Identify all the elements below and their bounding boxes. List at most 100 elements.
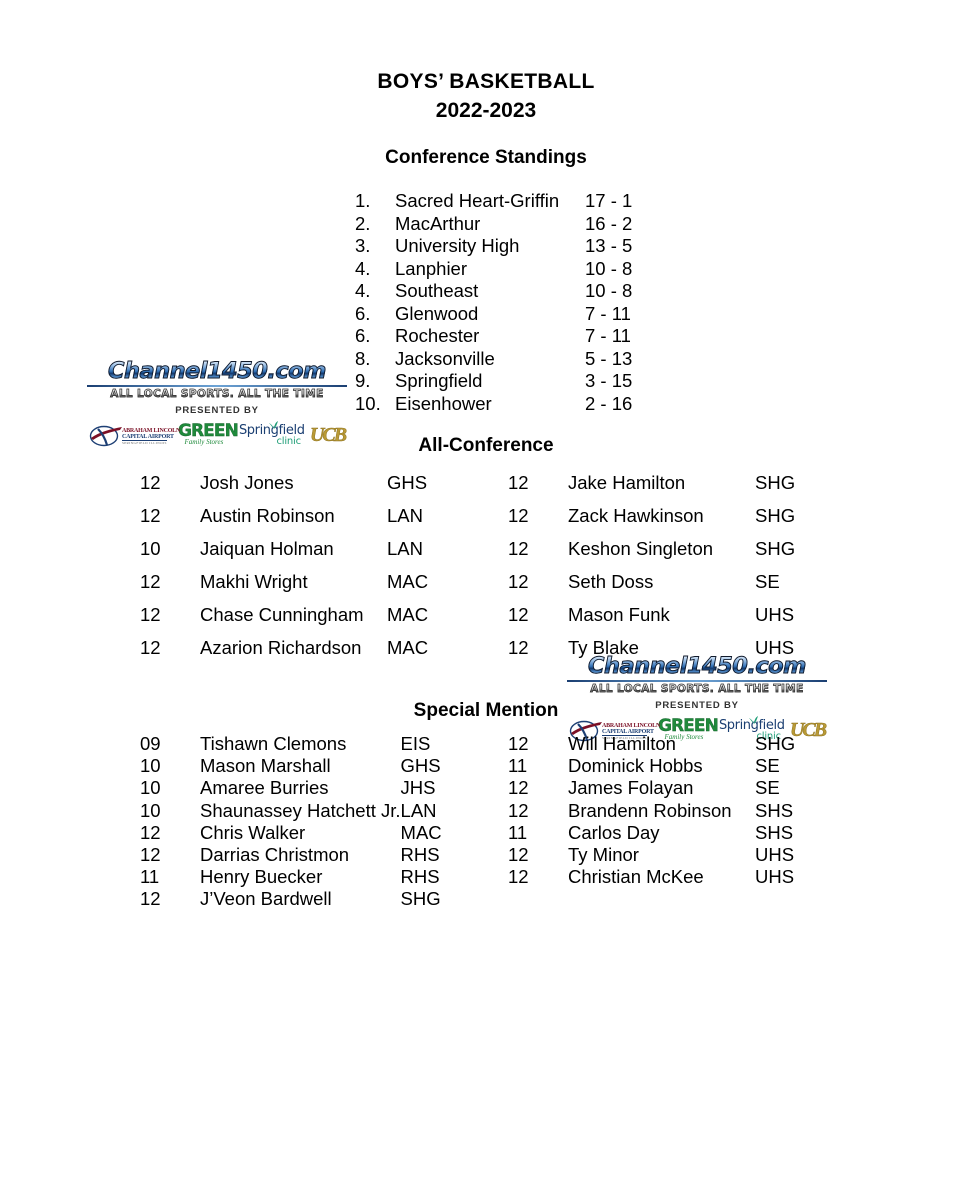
player-school: LAN (387, 505, 423, 526)
player-grade: 12 (508, 733, 529, 754)
player-grade: 12 (140, 571, 161, 592)
special-mention-left-body: 09 Tishawn Clemons EIS 10 Mason Marshall GHS 1… (140, 733, 521, 911)
standings-row: 4. Southeast 10 - 8 (355, 280, 655, 303)
player-grade: 11 (508, 821, 528, 843)
special-mention-right-table: 12 Will Hamilton SHG 11 Dominick Hobbs SE 12 Ja… (508, 733, 875, 888)
player-grade: 12 (140, 821, 161, 843)
player-grade: 12 (140, 637, 161, 658)
player-name: Darrias Christmon (200, 844, 350, 866)
player-name: Chris Walker (200, 821, 306, 843)
player-school: UHS (755, 866, 795, 888)
standings-rank: 8. (355, 347, 371, 369)
special-mention-row: 12 James Folayan SE (508, 777, 875, 799)
standings-rank: 10. (355, 392, 381, 414)
standings-record: 5 - 13 (585, 347, 633, 369)
standings-rank: 2. (355, 212, 371, 234)
player-name: Christian McKee (568, 866, 704, 888)
all-conference-row: 12 Austin Robinson LAN (140, 499, 507, 532)
player-name: Carlos Day (568, 821, 660, 843)
standings-row: 6. Rochester 7 - 11 (355, 325, 655, 348)
player-grade: 12 (140, 505, 161, 526)
player-school: MAC (387, 604, 429, 625)
player-name: Austin Robinson (200, 505, 335, 526)
standings-row: 10. Eisenhower 2 - 16 (355, 393, 655, 416)
player-name: Josh Jones (200, 472, 294, 493)
logo-divider-rule (87, 385, 347, 387)
all-conference-row: 10 Jaiquan Holman LAN (140, 532, 507, 565)
standings-record: 10 - 8 (585, 257, 633, 279)
player-name: Shaunassey Hatchett Jr. (200, 799, 401, 821)
standings-team: Sacred Heart-Griffin (395, 190, 560, 211)
player-grade: 12 (508, 604, 529, 625)
special-mention-row: 09 Tishawn Clemons EIS (140, 733, 521, 755)
standings-team: Jacksonville (395, 347, 495, 369)
standings-team: Lanphier (395, 257, 468, 279)
player-grade: 12 (508, 777, 529, 799)
standings-record: 2 - 16 (585, 392, 633, 414)
channel1450-tagline: ALL LOCAL SPORTS. ALL THE TIME (87, 388, 347, 401)
standings-record: 10 - 8 (585, 280, 633, 301)
player-school: SE (755, 571, 780, 592)
standings-row: 3. University High 13 - 5 (355, 235, 655, 258)
player-grade: 12 (508, 505, 529, 526)
player-school: JHS (400, 777, 436, 799)
all-conference-heading: All-Conference (418, 435, 554, 456)
standings-row: 9. Springfield 3 - 15 (355, 370, 655, 393)
player-grade: 12 (140, 604, 161, 625)
player-name: Zack Hawkinson (568, 505, 704, 526)
special-mention-row: 12 Darrias Christmon RHS (140, 844, 521, 866)
standings-row: 6. Glenwood 7 - 11 (355, 303, 655, 326)
player-name: Mason Marshall (200, 755, 331, 777)
player-grade: 10 (140, 538, 161, 559)
standings-row: 2. MacArthur 16 - 2 (355, 213, 655, 236)
player-name: Amaree Burries (200, 777, 329, 799)
player-grade: 12 (508, 538, 529, 559)
standings-record: 17 - 1 (585, 190, 633, 211)
player-name: Keshon Singleton (568, 538, 714, 559)
logo-divider-rule (567, 680, 827, 682)
player-name: Azarion Richardson (200, 637, 362, 658)
standings-record: 7 - 11 (585, 302, 631, 324)
season-subtitle: 2022-2023 (435, 99, 537, 122)
player-grade: 12 (508, 571, 529, 592)
all-conference-right-body: 12 Jake Hamilton SHG 12 Zack Hawkinson SHG 12 K… (508, 466, 875, 664)
player-name: Mason Funk (568, 604, 670, 625)
all-conference-row: 12 Jake Hamilton SHG (508, 466, 875, 499)
standings-rank: 6. (355, 325, 371, 346)
player-school: UHS (755, 844, 795, 866)
all-conference-row: 12 Makhi Wright MAC (140, 565, 507, 598)
player-school: MAC (387, 637, 429, 658)
player-grade: 12 (508, 472, 529, 493)
standings-rank: 3. (355, 235, 371, 256)
channel1450-wordmark: Channel1450.com (84, 359, 349, 384)
player-school: GHS (387, 472, 428, 493)
player-grade: 12 (140, 472, 161, 493)
special-mention-row: 10 Mason Marshall GHS (140, 755, 521, 777)
standings-rank: 6. (355, 302, 371, 324)
player-school: SE (755, 755, 780, 777)
standings-row: 8. Jacksonville 5 - 13 (355, 348, 655, 371)
player-school: EIS (400, 733, 431, 754)
player-name: Henry Buecker (200, 866, 323, 888)
standings-rank: 1. (355, 190, 371, 211)
player-grade: 10 (140, 777, 161, 799)
player-school: SE (755, 777, 780, 799)
standings-record: 3 - 15 (585, 370, 633, 391)
special-mention-row: 12 Chris Walker MAC (140, 822, 521, 844)
channel1450-wordmark: Channel1450.com (564, 654, 829, 679)
player-name: J’Veon Bardwell (200, 888, 332, 910)
player-school: GHS (400, 755, 441, 777)
special-mention-row: 11 Dominick Hobbs SE (508, 755, 875, 777)
all-conference-row: 12 Mason Funk UHS (508, 598, 875, 631)
all-conference-row: 12 Seth Doss SE (508, 565, 875, 598)
player-school: SHS (755, 821, 794, 843)
standings-row: 1. Sacred Heart-Griffin 17 - 1 (355, 190, 655, 213)
special-mention-row: 12 Christian McKee UHS (508, 866, 875, 888)
player-name: Tishawn Clemons (200, 733, 347, 754)
special-mention-row: 12 Ty Minor UHS (508, 844, 875, 866)
special-mention-row: 12 Will Hamilton SHG (508, 733, 875, 755)
player-school: SHG (755, 538, 796, 559)
special-mention-left-table: 09 Tishawn Clemons EIS 10 Mason Marshall GHS 1… (140, 733, 521, 911)
player-school: SHG (400, 888, 441, 910)
player-grade: 12 (508, 866, 529, 888)
